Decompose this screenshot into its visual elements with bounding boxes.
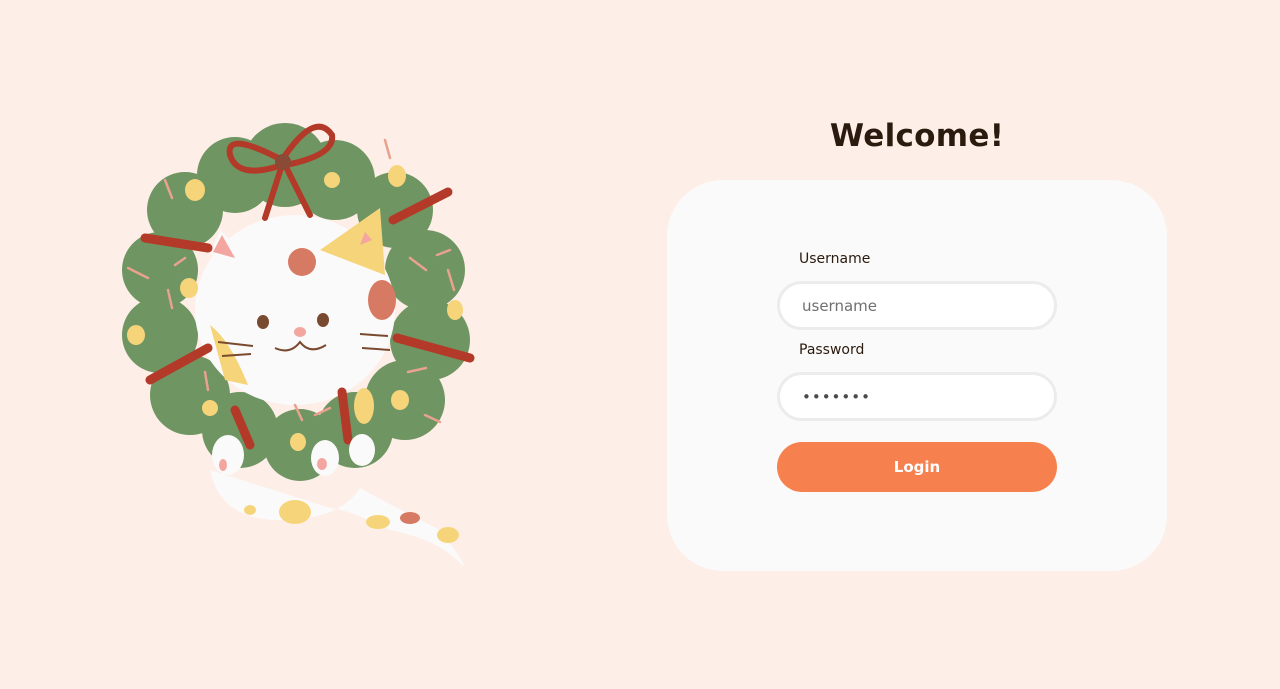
- password-input[interactable]: [777, 372, 1057, 421]
- login-card: Username Password Login: [667, 180, 1167, 571]
- login-button[interactable]: Login: [777, 442, 1057, 492]
- username-input[interactable]: [777, 281, 1057, 330]
- cat-wreath-illustration: [122, 123, 475, 566]
- login-page: Welcome! Username Password Login: [0, 0, 1280, 689]
- password-label: Password: [799, 342, 865, 358]
- username-label: Username: [799, 251, 871, 267]
- welcome-heading: Welcome!: [829, 118, 1005, 154]
